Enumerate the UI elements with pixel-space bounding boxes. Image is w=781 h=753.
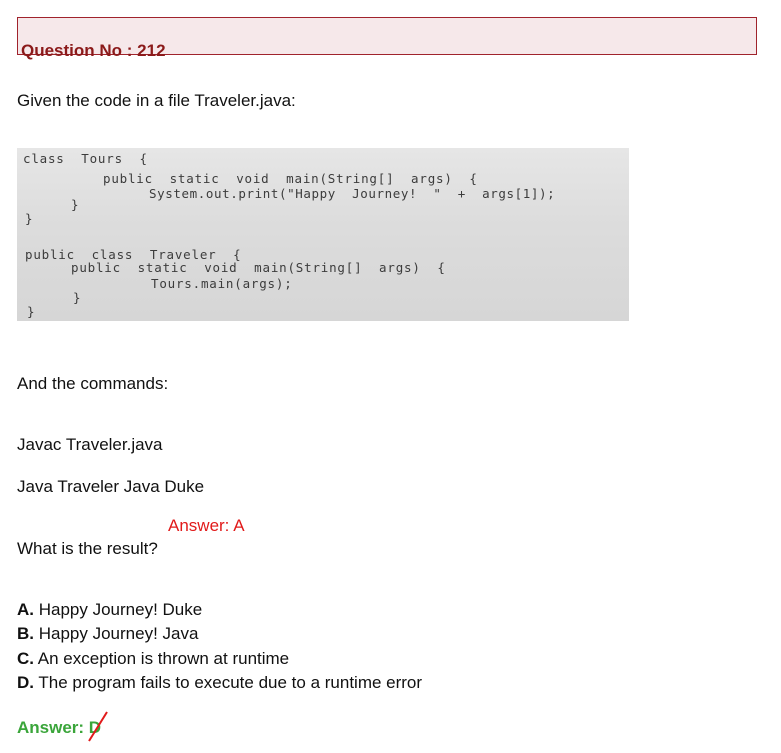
code-line: }: [71, 197, 80, 212]
option-letter: C.: [17, 649, 34, 668]
question-prompt: What is the result?: [17, 539, 158, 558]
option-d: D. The program fails to execute due to a…: [17, 673, 422, 693]
question-number-title: Question No : 212: [21, 41, 166, 60]
answer-line: Answer: D: [17, 711, 108, 742]
code-line: System.out.print("Happy Journey! " + arg…: [149, 186, 556, 201]
command-compile: Javac Traveler.java: [17, 435, 163, 454]
code-line: public static void main(String[] args) {: [71, 260, 446, 275]
option-text: An exception is thrown at runtime: [34, 649, 290, 668]
code-line: public static void main(String[] args) {: [103, 171, 478, 186]
code-line: }: [27, 304, 36, 319]
option-text: The program fails to execute due to a ru…: [34, 673, 423, 692]
option-b: B. Happy Journey! Java: [17, 624, 198, 644]
option-text: Happy Journey! Java: [34, 624, 199, 643]
code-line: }: [25, 211, 34, 226]
option-letter: A.: [17, 600, 34, 619]
code-line: }: [73, 290, 82, 305]
intro-text: Given the code in a file Traveler.java:: [17, 91, 296, 110]
option-letter: D.: [17, 673, 34, 692]
command-run: Java Traveler Java Duke: [17, 477, 205, 496]
code-line: class Tours {: [23, 151, 148, 166]
question-header-box: Question No : 212: [17, 17, 757, 59]
answer-letter-text: D: [88, 718, 102, 737]
commands-intro-text: And the commands:: [17, 374, 169, 393]
option-text: Happy Journey! Duke: [34, 600, 203, 619]
code-line: Tours.main(args);: [151, 276, 293, 291]
option-c: C. An exception is thrown at runtime: [17, 649, 289, 669]
answer-label: Answer:: [17, 718, 89, 737]
code-screenshot: class Tours { public static void main(St…: [17, 148, 629, 321]
handwritten-answer-note: Answer: A: [168, 516, 245, 535]
answer-letter: D: [87, 711, 108, 742]
option-a: A. Happy Journey! Duke: [17, 600, 202, 620]
option-letter: B.: [17, 624, 34, 643]
